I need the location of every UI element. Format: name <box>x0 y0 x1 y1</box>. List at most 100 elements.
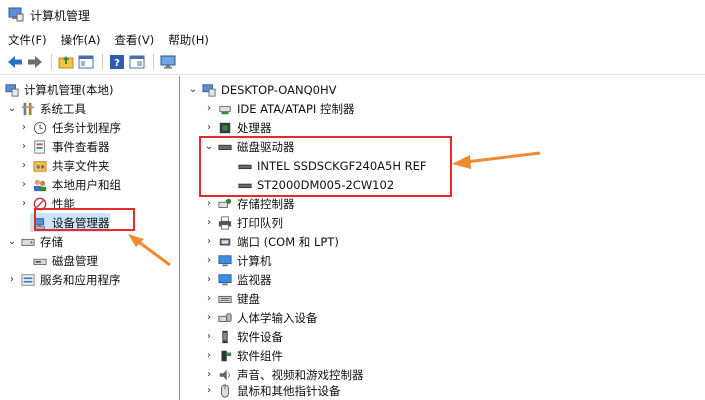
chevron-right-icon[interactable]: › <box>203 293 215 304</box>
device-item-monitors[interactable]: › 监视器 <box>203 270 272 289</box>
tree-item-root[interactable]: 计算机管理(本地) <box>2 80 113 99</box>
chevron-right-icon[interactable]: › <box>203 198 215 209</box>
menu-bar: 文件(F) 操作(A) 查看(V) 帮助(H) <box>0 30 705 50</box>
chevron-right-icon[interactable]: › <box>203 331 215 342</box>
device-item-software-components[interactable]: › 软件组件 <box>203 346 283 365</box>
users-icon <box>32 177 48 193</box>
highlight-box-device-manager <box>34 208 135 231</box>
chevron-right-icon[interactable]: › <box>203 255 215 266</box>
chevron-right-icon[interactable]: › <box>203 217 215 228</box>
chevron-right-icon[interactable]: › <box>18 198 30 209</box>
tree-label: 本地用户和组 <box>52 177 121 192</box>
tools-icon <box>20 101 36 117</box>
tree-label: 人体学输入设备 <box>237 310 318 325</box>
chevron-right-icon[interactable]: › <box>18 179 30 190</box>
toolbar-separator <box>51 54 52 70</box>
tree-label: 软件设备 <box>237 329 283 344</box>
toolbar-separator <box>153 54 154 70</box>
device-item-mice[interactable]: › 鼠标和其他指针设备 <box>203 381 341 400</box>
tree-label: 磁盘管理 <box>52 253 98 268</box>
tree-label: 存储 <box>40 234 63 249</box>
device-item-computer-node[interactable]: › 计算机 <box>203 251 272 270</box>
folder-up-icon[interactable] <box>57 53 75 71</box>
chevron-down-icon[interactable]: ⌄ <box>6 236 18 247</box>
show-hide-tree-icon[interactable] <box>77 53 95 71</box>
services-icon <box>20 272 36 288</box>
menu-help[interactable]: 帮助(H) <box>168 32 209 48</box>
tree-label: 计算机 <box>237 253 272 268</box>
chevron-right-icon[interactable]: › <box>203 350 215 361</box>
tree-label: 计算机管理(本地) <box>24 82 114 97</box>
highlight-box-disk-drives <box>199 136 452 197</box>
clock-icon <box>32 120 48 136</box>
chevron-right-icon[interactable]: › <box>203 369 215 380</box>
tree-item-shared-folders[interactable]: › 共享文件夹 <box>18 156 110 175</box>
tree-label: 存储控制器 <box>237 196 295 211</box>
device-item-ide[interactable]: › IDE ATA/ATAPI 控制器 <box>203 99 354 118</box>
chevron-right-icon[interactable]: › <box>203 236 215 247</box>
chevron-right-icon[interactable]: › <box>18 141 30 152</box>
help-icon[interactable]: ? <box>108 53 126 71</box>
tree-label: 监视器 <box>237 272 272 287</box>
toolbar-separator <box>102 54 103 70</box>
tree-item-local-users[interactable]: › 本地用户和组 <box>18 175 121 194</box>
menu-view[interactable]: 查看(V) <box>114 32 154 48</box>
computer-management-icon <box>8 6 24 25</box>
tree-label: 服务和应用程序 <box>40 272 121 287</box>
device-item-print-queue[interactable]: › 打印队列 <box>203 213 283 232</box>
tree-label: 任务计划程序 <box>52 120 121 135</box>
device-item-hid[interactable]: › 人体学输入设备 <box>203 308 318 327</box>
chevron-right-icon[interactable]: › <box>18 122 30 133</box>
tree-label: 系统工具 <box>40 101 86 116</box>
port-icon <box>217 234 233 250</box>
chevron-right-icon[interactable]: › <box>203 274 215 285</box>
tree-label: IDE ATA/ATAPI 控制器 <box>237 101 355 116</box>
storage-icon <box>20 234 36 250</box>
monitor-icon[interactable] <box>159 53 177 71</box>
chevron-right-icon[interactable]: › <box>6 274 18 285</box>
back-arrow-icon[interactable] <box>6 53 24 71</box>
device-item-keyboards[interactable]: › 键盘 <box>203 289 260 308</box>
device-item-software-devices[interactable]: › 软件设备 <box>203 327 283 346</box>
menu-action[interactable]: 操作(A) <box>61 32 101 48</box>
tree-item-storage[interactable]: ⌄ 存储 <box>6 232 63 251</box>
hid-icon <box>217 310 233 326</box>
device-item-processor[interactable]: › 处理器 <box>203 118 272 137</box>
menu-file[interactable]: 文件(F) <box>8 32 47 48</box>
chevron-right-icon[interactable]: › <box>203 385 215 396</box>
disk-management-icon <box>32 253 48 269</box>
tree-label: 打印队列 <box>237 215 283 230</box>
chevron-right-icon[interactable]: › <box>203 122 215 133</box>
tree-label: 处理器 <box>237 120 272 135</box>
shared-folder-icon <box>32 158 48 174</box>
tree-item-system-tools[interactable]: ⌄ 系统工具 <box>6 99 86 118</box>
software-device-icon <box>217 329 233 345</box>
chevron-down-icon[interactable]: ⌄ <box>6 103 18 114</box>
device-item-ports[interactable]: › 端口 (COM 和 LPT) <box>203 232 339 251</box>
tree-item-task-scheduler[interactable]: › 任务计划程序 <box>18 118 121 137</box>
arrow-annotation-right <box>452 151 541 169</box>
chevron-right-icon[interactable]: › <box>203 312 215 323</box>
chevron-right-icon[interactable]: › <box>18 160 30 171</box>
arrow-annotation-left <box>128 234 171 267</box>
keyboard-icon <box>217 291 233 307</box>
tree-label: DESKTOP-OANQ0HV <box>221 82 337 97</box>
title-bar: 计算机管理 <box>0 0 705 30</box>
tree-item-event-viewer[interactable]: › 事件查看器 <box>18 137 110 156</box>
forward-arrow-icon[interactable] <box>26 53 44 71</box>
tree-label: 事件查看器 <box>52 139 110 154</box>
tree-item-disk-management[interactable]: 磁盘管理 <box>30 251 98 270</box>
tree-item-services-apps[interactable]: › 服务和应用程序 <box>6 270 121 289</box>
chevron-down-icon[interactable]: ⌄ <box>187 84 199 95</box>
storage-controller-icon <box>217 196 233 212</box>
processor-icon <box>217 120 233 136</box>
monitor-icon <box>217 253 233 269</box>
tree-label: 鼠标和其他指针设备 <box>237 383 341 398</box>
window-title: 计算机管理 <box>30 8 91 23</box>
computer-management-icon <box>4 82 20 98</box>
chevron-right-icon[interactable]: › <box>203 103 215 114</box>
device-item-computer[interactable]: ⌄ DESKTOP-OANQ0HV <box>187 80 337 99</box>
ide-controller-icon <box>217 101 233 117</box>
properties-icon[interactable] <box>128 53 146 71</box>
tree-label: 共享文件夹 <box>52 158 110 173</box>
